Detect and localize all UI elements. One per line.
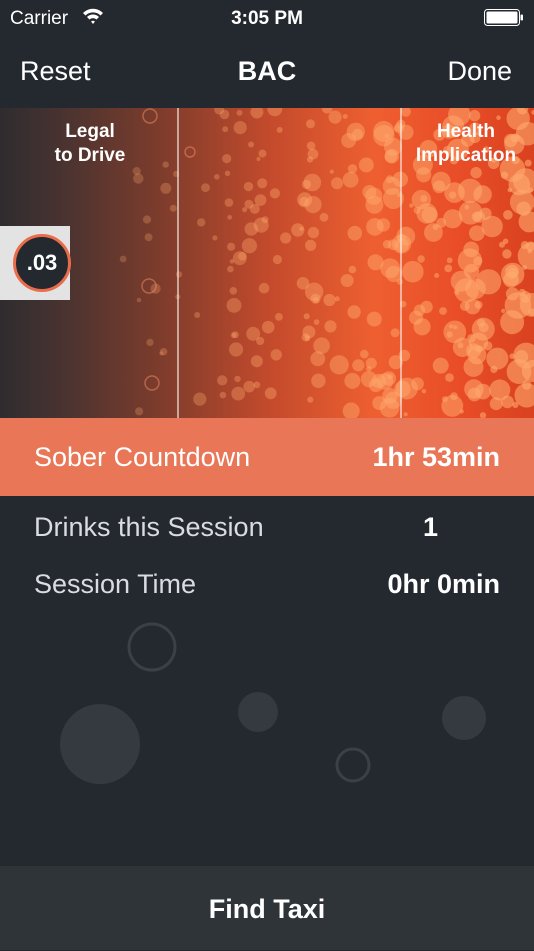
sober-countdown-label: Sober Countdown xyxy=(34,442,250,473)
clock-label: 3:05 PM xyxy=(0,8,534,30)
health-limit-divider xyxy=(400,108,402,418)
health-zone-label: Health Implication xyxy=(404,120,528,168)
session-time-value: 0hr 0min xyxy=(387,569,500,600)
drinks-session-label: Drinks this Session xyxy=(34,512,264,543)
sober-countdown-row: Sober Countdown 1hr 53min xyxy=(0,418,534,496)
bac-value: .03 xyxy=(13,234,71,292)
drinks-session-row: Drinks this Session 1 xyxy=(0,512,534,562)
status-bar: Carrier 3:05 PM xyxy=(0,0,534,40)
battery-icon xyxy=(484,9,524,26)
find-taxi-button[interactable]: Find Taxi xyxy=(0,866,534,950)
sober-countdown-value: 1hr 53min xyxy=(372,442,500,473)
drinks-session-value: 1 xyxy=(423,512,438,543)
legal-zone-label: Legal to Drive xyxy=(40,120,140,168)
legal-limit-divider xyxy=(177,108,179,418)
navigation-bar: Reset BAC Done xyxy=(0,40,534,108)
bubble-background-decoration xyxy=(0,600,534,860)
session-time-label: Session Time xyxy=(34,569,196,600)
bac-indicator[interactable]: .03 xyxy=(0,226,70,300)
done-button[interactable]: Done xyxy=(447,56,512,87)
bac-gauge: Legal to Drive Health Implication xyxy=(0,108,534,418)
